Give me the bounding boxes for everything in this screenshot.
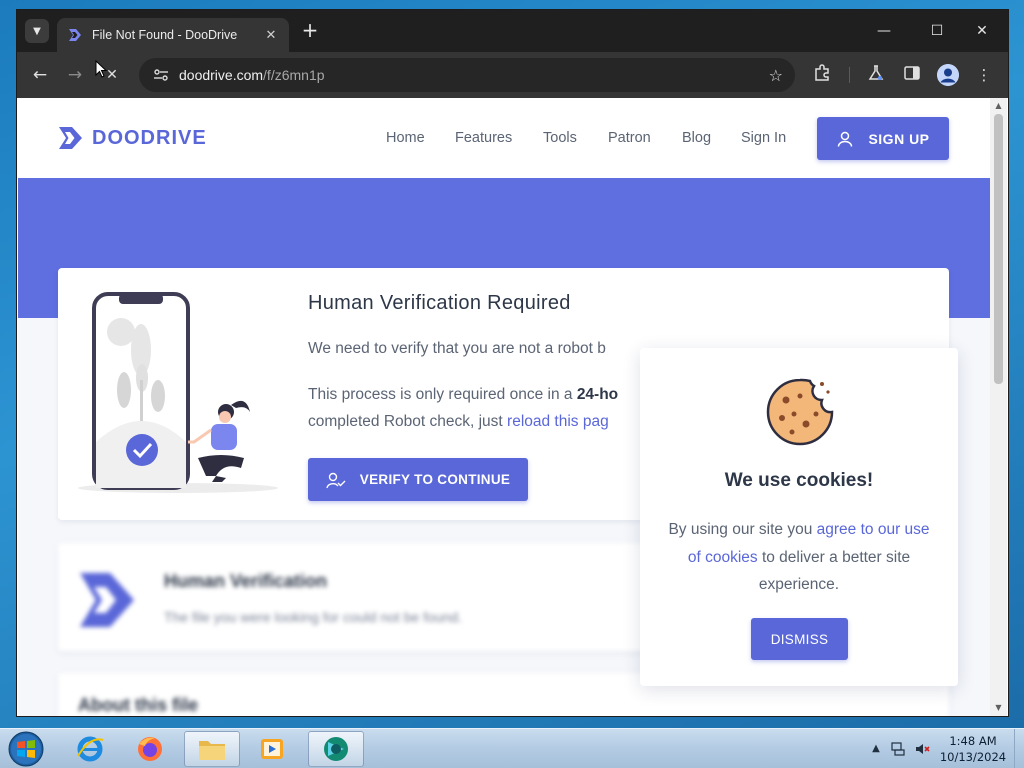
dismiss-label: DISMISS (770, 631, 829, 647)
tab-title: File Not Found - DooDrive (92, 28, 238, 42)
verify-to-continue-button[interactable]: VERIFY TO CONTINUE (308, 458, 528, 501)
media-player-icon (261, 739, 283, 759)
cookie-title: We use cookies! (724, 470, 874, 491)
network-icon[interactable] (890, 741, 906, 757)
tab-close-icon[interactable]: ✕ (263, 28, 279, 43)
browser-titlebar: ▼ File Not Found - DooDrive ✕ + — ☐ ✕ (17, 10, 1008, 52)
user-check-icon (326, 472, 346, 488)
taskbar-firefox[interactable] (122, 731, 178, 767)
mouse-cursor-icon (95, 60, 107, 78)
about-file-title: About this file (78, 695, 198, 715)
cookie-text: By using our site you agree to our use o… (664, 516, 934, 599)
nav-features[interactable]: Features (455, 130, 512, 146)
arrow-right-icon: → (67, 65, 83, 85)
start-button-icon[interactable] (6, 730, 46, 768)
verification-duration: 24-ho (576, 386, 619, 403)
internet-explorer-icon (77, 736, 104, 762)
nav-patron[interactable]: Patron (608, 130, 651, 146)
close-window-button[interactable]: ✕ (967, 18, 997, 44)
maximize-button[interactable]: ☐ (922, 18, 952, 44)
browser-window: ▼ File Not Found - DooDrive ✕ + — ☐ ✕ ← … (17, 10, 1008, 716)
chevron-down-icon: ▼ (33, 25, 41, 37)
arrow-left-icon: ← (32, 65, 48, 85)
forward-button[interactable]: → (62, 62, 88, 88)
verification-text-line3-start: completed Robot check, just (308, 413, 508, 430)
nav-home[interactable]: Home (386, 130, 425, 146)
show-desktop-button[interactable] (1014, 729, 1024, 768)
back-button[interactable]: ← (27, 62, 53, 88)
profile-avatar-icon[interactable] (937, 64, 959, 86)
firefox-icon (138, 737, 162, 761)
url-host: doodrive.com (179, 67, 264, 83)
site-info-icon[interactable] (151, 65, 171, 85)
nav-tools[interactable]: Tools (543, 130, 577, 146)
sign-up-button[interactable]: SIGN UP (817, 117, 949, 160)
page-viewport: DOODRIVE Home Features Tools Patron Blog… (18, 98, 990, 716)
scrollbar-thumb[interactable] (994, 114, 1003, 384)
verify-button-label: VERIFY TO CONTINUE (359, 472, 511, 487)
verification-text-line2: This process is only required once in a … (308, 386, 618, 404)
cookie-consent-dialog: We use cookies! By using our site you ag… (640, 348, 958, 686)
verification-text-line2-start: This process is only required once in a (308, 386, 577, 403)
doodrive-favicon-icon (69, 29, 81, 41)
extensions-icon[interactable] (811, 64, 833, 86)
nav-sign-in[interactable]: Sign In (741, 130, 786, 146)
user-icon (838, 131, 853, 147)
url-text: doodrive.com/f/z6mn1p (179, 67, 769, 83)
nav-blog[interactable]: Blog (682, 130, 711, 146)
page-scrollbar[interactable]: ▲ ▼ (990, 98, 1007, 716)
tray-expand-icon[interactable]: ▲ (868, 741, 884, 757)
clock-time: 1:48 AM (949, 734, 997, 748)
dismiss-cookie-button[interactable]: DISMISS (751, 618, 848, 660)
cookie-text-end: to deliver a better site experience. (757, 548, 911, 594)
new-tab-button[interactable]: + (299, 20, 321, 42)
phone-verification-illustration (78, 292, 278, 493)
verification-text-line3: completed Robot check, just reload this … (308, 413, 609, 431)
browser-toolbar: ← → ✕ doodrive.com/f/z6mn1p ☆ ⋮ (17, 52, 1008, 98)
tab-search-button[interactable]: ▼ (25, 19, 49, 43)
hv-card-title: Human Verification (164, 571, 328, 591)
site-header: DOODRIVE Home Features Tools Patron Blog… (18, 98, 990, 178)
tab-active[interactable]: File Not Found - DooDrive ✕ (57, 18, 289, 52)
verification-title: Human Verification Required (308, 292, 571, 314)
hv-card-subtitle: The file you were looking for could not … (164, 609, 463, 625)
browser-app-icon (324, 737, 348, 761)
volume-muted-icon[interactable] (914, 741, 930, 757)
menu-more-icon[interactable]: ⋮ (973, 64, 995, 86)
cookie-text-start: By using our site you (668, 521, 817, 538)
taskbar-internet-explorer[interactable] (62, 731, 118, 767)
bookmark-star-icon[interactable]: ☆ (769, 66, 783, 85)
clock-date: 10/13/2024 (939, 750, 1007, 764)
reload-page-link[interactable]: reload this pag (507, 413, 609, 430)
human-verification-card: Human Verification The file you were loo… (58, 543, 658, 651)
scroll-up-arrow-icon[interactable]: ▲ (994, 101, 1003, 110)
folder-icon (199, 741, 225, 760)
scroll-down-arrow-icon[interactable]: ▼ (994, 703, 1003, 712)
labs-flask-icon[interactable] (865, 64, 887, 86)
windows-taskbar: ▲ 1:48 AM 10/13/2024 (0, 728, 1024, 768)
taskbar-browser-active[interactable] (308, 731, 364, 767)
system-clock[interactable]: 1:48 AM 10/13/2024 (936, 733, 1010, 765)
close-icon: ✕ (106, 67, 118, 83)
logo-text: DOODRIVE (92, 126, 207, 149)
toolbar-separator (849, 67, 850, 83)
verification-text-line1: We need to verify that you are not a rob… (308, 340, 606, 357)
doodrive-logo-large-icon (80, 573, 134, 627)
sign-up-label: SIGN UP (868, 130, 930, 147)
doodrive-logo-icon (59, 127, 82, 149)
cookie-icon (766, 378, 834, 446)
url-path: /f/z6mn1p (263, 67, 325, 83)
site-logo[interactable]: DOODRIVE (58, 125, 207, 151)
taskbar-media-player[interactable] (244, 731, 300, 767)
side-panel-icon[interactable] (901, 64, 923, 86)
minimize-button[interactable]: — (869, 18, 899, 44)
address-bar[interactable]: doodrive.com/f/z6mn1p ☆ (139, 58, 795, 92)
taskbar-file-explorer[interactable] (184, 731, 240, 767)
